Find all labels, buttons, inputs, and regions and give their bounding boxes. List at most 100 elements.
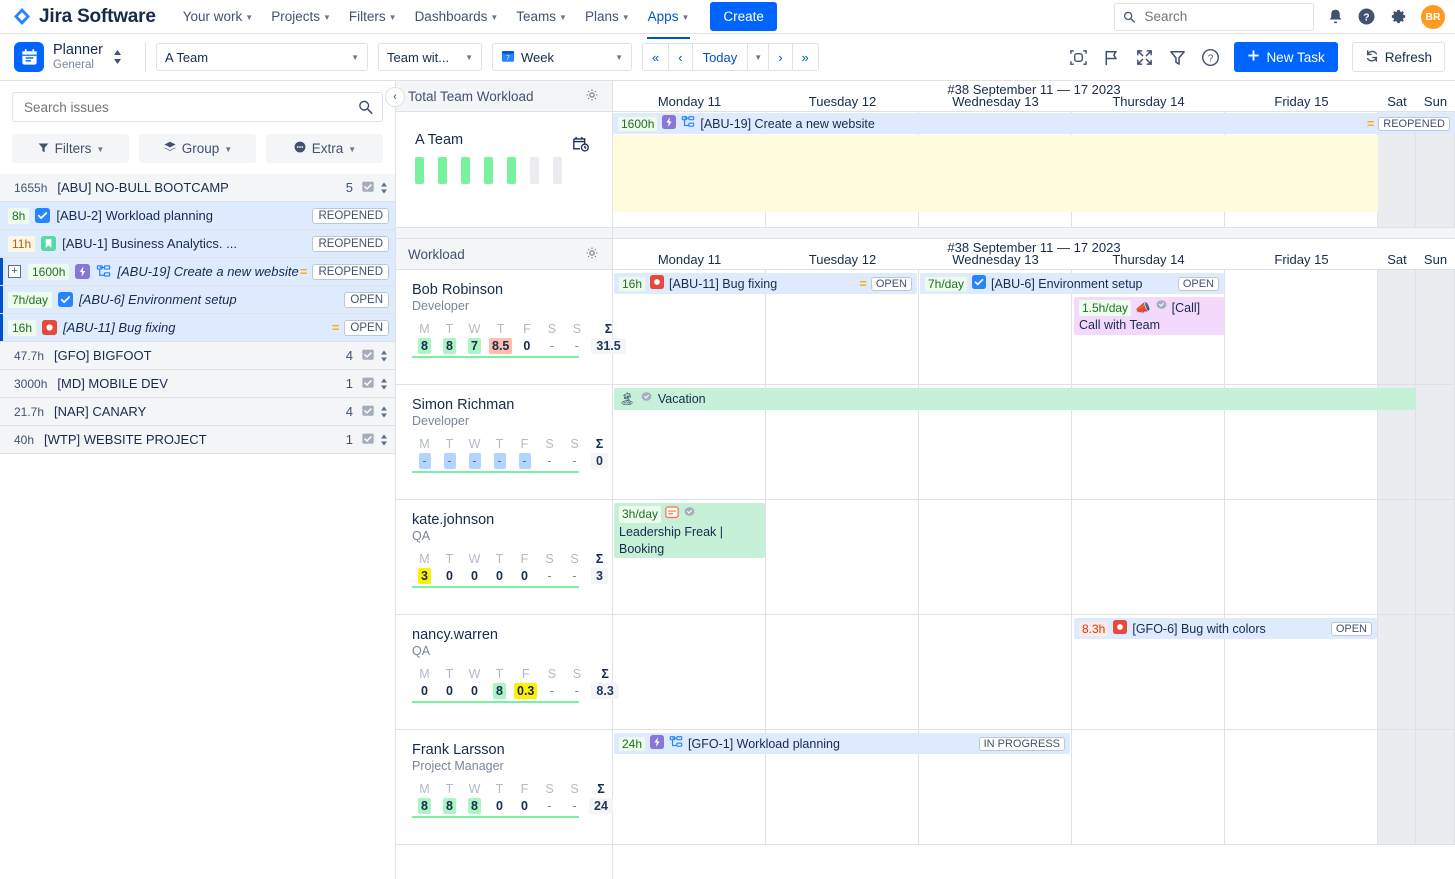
planner-switch-icon[interactable]: [112, 47, 123, 67]
table-row[interactable]: 11h [ABU-1] Business Analytics. ... REOP…: [0, 230, 395, 258]
expand-row-button[interactable]: +: [8, 265, 21, 278]
sort-arrows-icon[interactable]: [379, 377, 389, 391]
settings-gear-icon[interactable]: [1389, 7, 1408, 26]
checkbox-icon[interactable]: [361, 403, 375, 420]
jira-brand[interactable]: Jira Software: [12, 6, 156, 28]
workload-cell: -: [468, 452, 481, 469]
workload-cell: -: [547, 453, 552, 468]
grid-column-sat: [1378, 615, 1416, 729]
capacity-bar: [484, 157, 493, 184]
chevron-down-icon: ▼: [224, 144, 233, 154]
table-row[interactable]: 47.7h [GFO] BIGFOOT 4: [0, 342, 395, 370]
resource-name: Frank Larsson: [412, 742, 505, 758]
timeline-row-kate-johnson: 3h/day Leadership Freak | Booking: [613, 500, 1455, 615]
fullscreen-icon[interactable]: [1135, 48, 1154, 67]
timeline-bar-vacation[interactable]: 🏝 Vacation: [614, 388, 1416, 410]
extra-button[interactable]: Extra ▼: [266, 134, 383, 163]
bar-hours: 1.5h/day: [1079, 299, 1132, 317]
resource-row-frank-larsson[interactable]: Frank Larsson Project Manager M T W T F …: [396, 730, 615, 845]
resource-row-simon-richman[interactable]: Simon Richman Developer M T W T F S S Σ …: [396, 385, 612, 500]
search-issues-input[interactable]: [22, 98, 352, 116]
planner-toolbar: Planner General A Team ▼ Team wit... ▼ 7…: [0, 34, 1455, 81]
checkbox-icon[interactable]: [361, 179, 375, 196]
checkbox-icon[interactable]: [361, 347, 375, 364]
day-header: F: [520, 436, 529, 451]
sort-arrows-icon[interactable]: [379, 405, 389, 419]
nav-next-button[interactable]: ›: [769, 44, 793, 70]
view-range-select[interactable]: 7 Week ▼: [491, 43, 632, 71]
table-row[interactable]: 40h [WTP] WEBSITE PROJECT 1: [0, 426, 395, 454]
checkbox-icon[interactable]: [361, 431, 375, 448]
group-button[interactable]: Group ▼: [139, 134, 256, 163]
capacity-indicator: [412, 701, 579, 704]
sort-arrows-icon[interactable]: [379, 349, 389, 363]
resource-row-nancy-warren[interactable]: nancy.warren QA M T W T F S S Σ 0 0 0 8 …: [396, 615, 619, 730]
table-row[interactable]: 1655h [ABU] NO-BULL BOOTCAMP 5: [0, 174, 395, 202]
capacity-indicator: [412, 356, 579, 359]
vacation-palm-icon: 🏝: [619, 391, 635, 406]
nav-filters[interactable]: Filters ▼: [340, 3, 406, 30]
table-row[interactable]: 21.7h [NAR] CANARY 4: [0, 398, 395, 426]
table-row[interactable]: 7h/day [ABU-6] Environment setup OPEN: [0, 286, 395, 314]
today-button[interactable]: Today: [692, 44, 749, 70]
sort-arrows-icon[interactable]: [379, 181, 389, 195]
nav-teams[interactable]: Teams ▼: [507, 3, 576, 30]
workload-value-row: 8 8 8 0 0 - - 24: [412, 797, 615, 814]
help-icon[interactable]: ?: [1357, 7, 1376, 26]
collapse-sidebar-button[interactable]: ‹: [385, 87, 405, 107]
table-row[interactable]: 8h [ABU-2] Workload planning REOPENED: [0, 202, 395, 230]
filter-funnel-icon[interactable]: [1168, 48, 1187, 67]
flag-icon[interactable]: [1102, 48, 1121, 67]
status-badge: OPEN: [344, 291, 389, 308]
timeline-bar-call-with-team[interactable]: 1.5h/day 📣 [Call] Call with Team: [1074, 297, 1224, 335]
table-row[interactable]: + 1600h [ABU-19] Create a new website = …: [0, 258, 395, 286]
nav-plans[interactable]: Plans ▼: [576, 3, 639, 30]
refresh-icon: [1365, 49, 1379, 66]
group-label: Group: [181, 141, 220, 156]
bar-title: [GFO-1] Workload planning: [688, 736, 840, 751]
workload-cell: 0: [521, 798, 528, 813]
timeline-bar-gfo-1[interactable]: 24h [GFO-1] Workload planning IN PROGRES…: [614, 733, 1070, 754]
resource-row-kate-johnson[interactable]: kate.johnson QA M T W T F S S Σ 3 0 0 0 …: [396, 500, 612, 615]
focus-selection-icon[interactable]: [1069, 48, 1088, 67]
status-badge: REOPENED: [312, 207, 389, 224]
user-avatar[interactable]: BR: [1421, 4, 1445, 29]
create-button[interactable]: Create: [710, 2, 777, 31]
today-dropdown-button[interactable]: ▼: [748, 44, 770, 70]
checkbox-icon[interactable]: [361, 375, 375, 392]
nav-apps[interactable]: Apps ▼: [639, 3, 699, 39]
timeline-bar-leadership-freak-booking[interactable]: 3h/day Leadership Freak | Booking: [614, 503, 765, 558]
filters-button[interactable]: Filters ▼: [12, 134, 129, 163]
issue-search[interactable]: [12, 92, 383, 122]
gear-icon[interactable]: [584, 245, 600, 264]
table-row[interactable]: 16h [ABU-11] Bug fixing = OPEN: [0, 314, 395, 342]
search-input[interactable]: [1142, 8, 1305, 25]
day-sunday: Sun: [1423, 94, 1448, 109]
nav-prev-button[interactable]: ‹: [669, 44, 693, 70]
nav-last-button[interactable]: »: [792, 44, 818, 70]
team-with-select[interactable]: Team wit... ▼: [377, 43, 482, 71]
sort-arrows-icon[interactable]: [379, 433, 389, 447]
notifications-bell-icon[interactable]: [1327, 8, 1344, 25]
resource-row-bob-robinson[interactable]: Bob Robinson Developer M T W T F S S Σ 8: [396, 270, 626, 385]
global-search[interactable]: [1114, 2, 1314, 31]
timeline-bar-abu-11[interactable]: 16h [ABU-11] Bug fixing = OPEN: [614, 273, 917, 294]
search-icon[interactable]: [358, 99, 373, 115]
planner-calendar-icon: [14, 42, 44, 72]
planner-identity[interactable]: Planner General: [14, 42, 135, 72]
gear-icon[interactable]: [584, 87, 600, 106]
timeline-bar-abu-6[interactable]: 7h/day [ABU-6] Environment setup OPEN: [920, 273, 1224, 294]
help-circle-icon[interactable]: ?: [1201, 48, 1220, 67]
timeline-bar-abu-19[interactable]: 1600h [ABU-19] Create a new website = RE…: [613, 113, 1455, 134]
day-header: S: [545, 781, 554, 796]
nav-dashboards[interactable]: Dashboards ▼: [406, 3, 508, 30]
nav-your-work[interactable]: Your work ▼: [174, 3, 262, 30]
timeline-bar-gfo-6[interactable]: 8.3h [GFO-6] Bug with colors OPEN: [1074, 618, 1377, 639]
table-row[interactable]: 3000h [MD] MOBILE DEV 1: [0, 370, 395, 398]
nav-first-button[interactable]: «: [642, 44, 670, 70]
team-select[interactable]: A Team ▼: [155, 43, 368, 71]
nav-projects[interactable]: Projects ▼: [262, 3, 340, 30]
refresh-button[interactable]: Refresh: [1351, 42, 1445, 72]
calendar-clock-icon[interactable]: [571, 134, 590, 156]
new-task-button[interactable]: New Task: [1234, 42, 1338, 72]
